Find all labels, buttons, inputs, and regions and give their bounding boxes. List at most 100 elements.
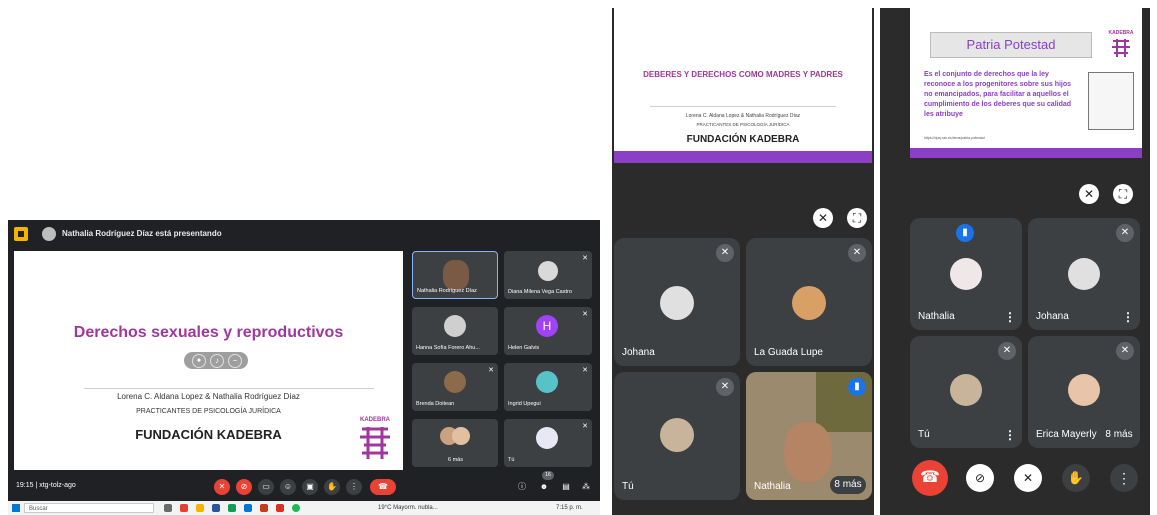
self-tile[interactable]: ✕ Tú ⋮ — [910, 336, 1022, 448]
slide-purple-band — [910, 148, 1142, 158]
self-avatar — [950, 374, 982, 406]
participant-tile[interactable]: ✕ La Guada Lupe — [746, 238, 872, 366]
present-button[interactable]: ▣ — [302, 479, 318, 495]
participant-tile[interactable]: ✕ Diana Milena Vega Castro — [504, 251, 592, 299]
volume-icon[interactable]: ♪ — [210, 354, 224, 368]
kadebra-logo — [1112, 39, 1130, 57]
more-options-icon[interactable]: ⋮ — [1004, 311, 1016, 323]
mic-off-button[interactable]: ✕ — [1014, 464, 1042, 492]
participant-name: Diana Milena Vega Castro — [508, 289, 572, 295]
participant-tile[interactable]: Nathalia Rodríguez Díaz — [412, 251, 498, 299]
slide-title: DEBERES Y DERECHOS COMO MADRES Y PADRES — [643, 70, 843, 79]
leave-call-button[interactable]: ☎ — [370, 479, 396, 495]
participant-tile[interactable]: ✕ Erica Mayerly 8 más — [1028, 336, 1140, 448]
slide-foundation: FUNDACIÓN KADEBRA — [686, 134, 800, 145]
more-count: 6 más — [448, 457, 463, 463]
activities-icon[interactable]: ⁂ — [578, 479, 594, 495]
taskbar-search[interactable]: Buscar — [24, 503, 154, 513]
participant-name: Nathalia — [918, 311, 955, 322]
camera-off-button[interactable]: ⊘ — [966, 464, 994, 492]
info-icon[interactable]: ⓘ — [514, 479, 530, 495]
more-options-icon[interactable]: ⋮ — [1122, 311, 1134, 323]
self-tile[interactable]: ✕ Tú — [614, 372, 740, 500]
more-options-icon[interactable]: ⋮ — [1004, 429, 1016, 441]
app-icon[interactable] — [228, 504, 236, 512]
participant-name: Erica Mayerly — [1036, 429, 1097, 440]
mic-off-icon: ✕ — [716, 378, 734, 396]
mute-presentation-button[interactable]: ✕ — [1079, 184, 1099, 204]
participant-tile[interactable]: ✕ Johana — [614, 238, 740, 366]
raise-hand-button[interactable]: ✋ — [1062, 464, 1090, 492]
participant-tile[interactable]: ✕ Brenda Doitean — [412, 363, 498, 411]
leave-call-button[interactable]: ☎ — [912, 460, 948, 496]
mobile-meet-screen-1: DEBERES Y DERECHOS COMO MADRES Y PADRES … — [612, 8, 874, 515]
participant-avatar — [536, 371, 558, 393]
self-avatar — [660, 418, 694, 452]
more-options-button[interactable]: ⋮ — [346, 479, 362, 495]
more-participants-pill[interactable]: 8 más — [1102, 426, 1136, 444]
mic-off-icon: ✕ — [582, 367, 588, 374]
participant-name: Brenda Doitean — [416, 401, 455, 407]
powerpoint-icon[interactable] — [260, 504, 268, 512]
task-view-icon[interactable] — [164, 504, 172, 512]
chrome-icon[interactable] — [180, 504, 188, 512]
participant-avatar — [1068, 374, 1100, 406]
mic-off-button[interactable]: ✕ — [214, 479, 230, 495]
participant-name: Helen Galvis — [508, 345, 540, 351]
participant-tile[interactable]: ✕ Johana ⋮ — [1028, 218, 1140, 330]
participant-tile[interactable]: Hanna Sofía Forero Ahu... — [412, 307, 498, 355]
meet-presenting-icon[interactable] — [14, 227, 28, 241]
participant-count-badge: 16 — [542, 471, 554, 480]
fullscreen-button[interactable]: ⛶ — [1113, 184, 1133, 204]
slide-authors: Lorena C. Aldana Lopez & Nathalia Rodríg… — [685, 113, 801, 119]
slide-controls[interactable]: ✦ ♪ − — [184, 352, 248, 369]
app-icon[interactable] — [244, 504, 252, 512]
presenter-avatar — [42, 227, 56, 241]
participant-tile[interactable]: ▮ Nathalia 8 más — [746, 372, 872, 500]
weather-widget[interactable]: 19°C Mayorm. nubla... — [378, 503, 438, 513]
people-icon[interactable]: ☻ — [536, 479, 552, 495]
participant-avatar — [452, 427, 470, 445]
word-icon[interactable] — [212, 504, 220, 512]
mic-off-icon: ✕ — [1116, 224, 1134, 242]
spotify-icon[interactable] — [292, 504, 300, 512]
presenting-bar: Nathalia Rodríguez Díaz está presentando — [8, 220, 600, 248]
kadebra-logo-text: KADEBRA — [1108, 30, 1134, 36]
participant-avatar — [950, 258, 982, 290]
mute-presentation-button[interactable]: ✕ — [813, 208, 833, 228]
windows-taskbar: Buscar 19°C Mayorm. nubla... 7:15 p. m. — [8, 501, 600, 515]
meeting-time-code: 19:15 | xtg-tolz-ago — [16, 482, 76, 489]
self-tile[interactable]: ✕ Tú — [504, 419, 592, 467]
participant-tile[interactable]: ✕ Ingrid Upegui — [504, 363, 592, 411]
more-participants-pill[interactable]: 8 más — [830, 476, 866, 494]
acrobat-icon[interactable] — [276, 504, 284, 512]
more-participants-tile[interactable]: 6 más — [412, 419, 498, 467]
slide-divider — [650, 106, 836, 107]
windows-start-icon[interactable] — [12, 504, 20, 512]
camera-off-button[interactable]: ⊘ — [236, 479, 252, 495]
chat-icon[interactable]: ▤ — [558, 479, 574, 495]
desktop-meet-window: Nathalia Rodríguez Díaz está presentando… — [8, 220, 600, 515]
kadebra-logo-text: KADEBRA — [360, 417, 390, 423]
presented-slide: DEBERES Y DERECHOS COMO MADRES Y PADRES … — [614, 8, 872, 163]
participant-avatar — [792, 286, 826, 320]
slide-purple-band — [614, 151, 872, 163]
slide-title: Patria Potestad — [930, 32, 1092, 58]
participant-tile[interactable]: ✕ H Helen Galvis — [504, 307, 592, 355]
file-explorer-icon[interactable] — [196, 504, 204, 512]
fullscreen-button[interactable]: ⛶ — [847, 208, 867, 228]
raise-hand-button[interactable]: ✋ — [324, 479, 340, 495]
participant-tile[interactable]: ▮ Nathalia ⋮ — [910, 218, 1022, 330]
presenting-text: Nathalia Rodríguez Díaz está presentando — [62, 229, 222, 238]
more-options-button[interactable]: ⋮ — [1110, 464, 1138, 492]
participant-initial-avatar: H — [536, 315, 558, 337]
participant-name: Tú — [508, 457, 515, 463]
mic-off-icon: ✕ — [1116, 342, 1134, 360]
captions-button[interactable]: ▭ — [258, 479, 274, 495]
participant-name: Johana — [622, 347, 655, 358]
minus-icon[interactable]: − — [228, 354, 242, 368]
mic-off-icon: ✕ — [582, 255, 588, 262]
pin-icon[interactable]: ✦ — [192, 354, 206, 368]
emoji-button[interactable]: ☺ — [280, 479, 296, 495]
slide-authors: Lorena C. Aldana Lopez & Nathalia Rodríg… — [117, 392, 300, 401]
